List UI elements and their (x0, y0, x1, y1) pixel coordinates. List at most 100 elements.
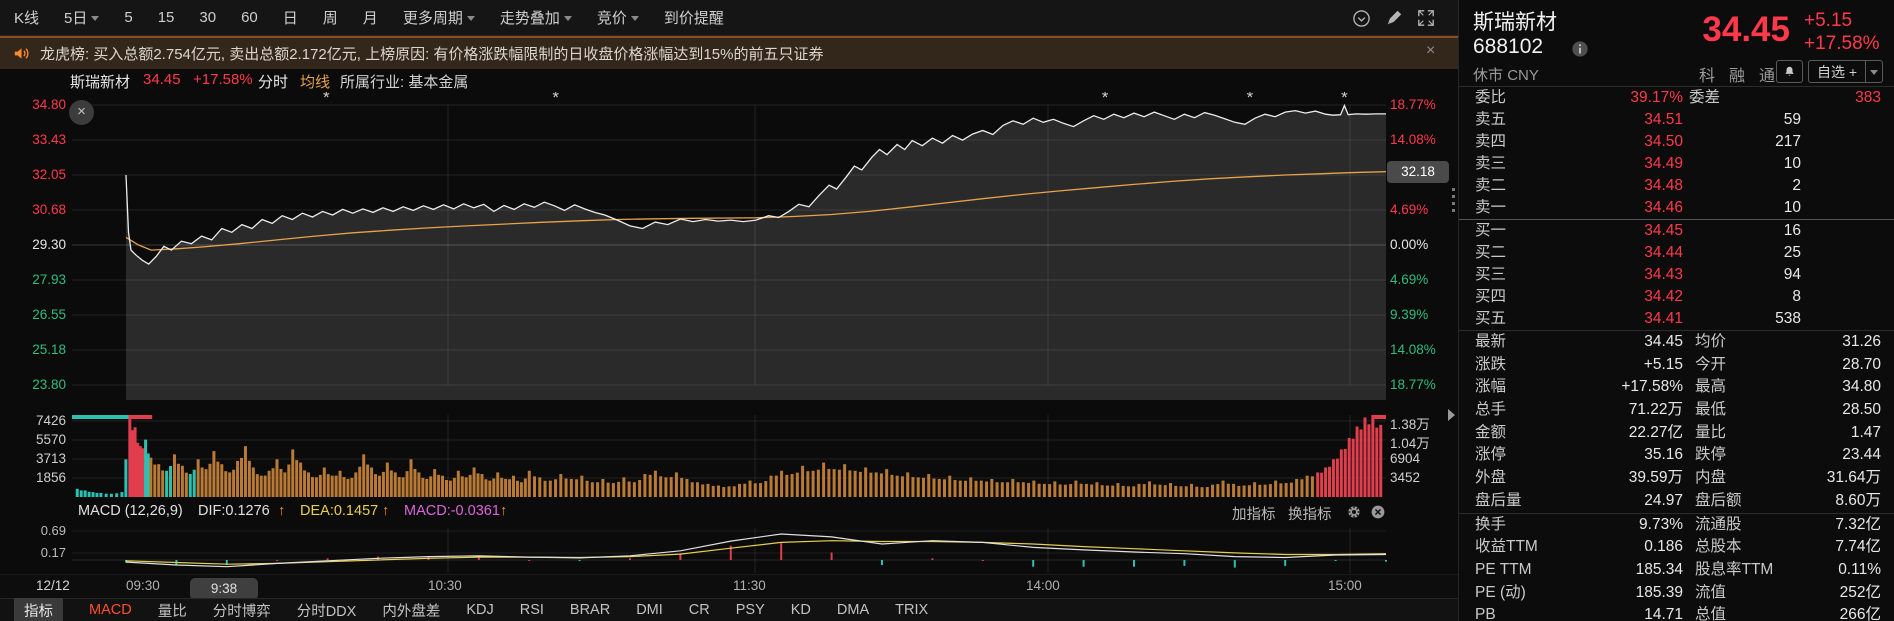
crosshair-time-tag: 9:38 (190, 578, 258, 600)
macd-hist-value: MACD:-0.0361 (404, 503, 500, 519)
bid-row[interactable]: 买五34.41538 (1459, 308, 1894, 330)
tab-dma[interactable]: DMA (837, 602, 869, 618)
volume-axis-label: 1856 (26, 470, 66, 485)
tab-5min[interactable]: 5 (124, 9, 132, 26)
macd-dea-value: DEA:0.1457 (300, 503, 378, 519)
history-circle-icon[interactable] (1352, 9, 1371, 28)
ask-row[interactable]: 卖四34.50217 (1459, 131, 1894, 153)
intraday-chart-canvas[interactable]: ***** (0, 0, 1458, 621)
stats-row: 涨跌+5.15今开28.70 (1459, 354, 1894, 377)
chart-price: 34.45 (143, 71, 181, 88)
stats-row: PB14.71总值266亿 (1459, 604, 1894, 621)
watchlist-dropdown[interactable] (1865, 61, 1882, 82)
price-axis-label: 32.05 (26, 167, 66, 182)
overlay-menu[interactable]: 走势叠加 (500, 7, 572, 28)
connect-badge: 通 (1759, 62, 1775, 86)
ask-row[interactable]: 卖五34.5159 (1459, 109, 1894, 131)
ask-row[interactable]: 卖三34.4910 (1459, 153, 1894, 175)
ma-toggle[interactable]: 均线 (300, 71, 330, 92)
indicator-settings-gear-icon[interactable] (1346, 504, 1362, 524)
tab-trix[interactable]: TRIX (895, 602, 928, 618)
tab-kline[interactable]: K线 (14, 7, 39, 28)
tab-rsi[interactable]: RSI (520, 602, 544, 618)
quote-stats: 最新34.45均价31.26 涨跌+5.15今开28.70 涨幅+17.58%最… (1459, 330, 1894, 621)
tab-brar[interactable]: BRAR (570, 602, 610, 618)
pct-axis-label: 14.08% (1390, 342, 1436, 357)
tab-macd[interactable]: MACD (89, 602, 132, 618)
ask-row[interactable]: 卖二34.482 (1459, 175, 1894, 197)
volume-axis-label: 1.38万 (1390, 413, 1430, 433)
tab-liangbi[interactable]: 量比 (158, 600, 187, 621)
tab-kdj[interactable]: KDJ (466, 602, 493, 618)
chart-change-pct: +17.58% (193, 71, 253, 88)
bid-row[interactable]: 买一34.4516 (1459, 220, 1894, 242)
tab-5day[interactable]: 5日 (64, 7, 99, 28)
pct-axis-label: 0.00% (1390, 237, 1428, 252)
fullscreen-expand-icon[interactable] (1417, 9, 1435, 27)
stats-row: 收益TTM0.186总股本7.74亿 (1459, 536, 1894, 559)
bid-row[interactable]: 买二34.4425 (1459, 242, 1894, 264)
tab-fenshi-ddx[interactable]: 分时DDX (297, 600, 357, 621)
time-tick: 11:30 (733, 578, 766, 593)
ask-row[interactable]: 卖一34.4610 (1459, 197, 1894, 219)
bid-row[interactable]: 买四34.428 (1459, 286, 1894, 308)
chevron-down-icon (1870, 70, 1878, 75)
tab-cr[interactable]: CR (689, 602, 710, 618)
macd-indicator-bar: MACD (12,26,9) DIF:0.1276 ↑ DEA:0.1457 ↑… (0, 500, 1458, 526)
margin-badge: 融 (1729, 62, 1745, 86)
industry-link[interactable]: 所属行业: 基本金属 (340, 71, 468, 92)
stock-name: 斯瑞新材 (1473, 6, 1557, 36)
price-alert-button[interactable]: 到价提醒 (664, 7, 724, 28)
stats-row: 金额22.27亿量比1.47 (1459, 422, 1894, 445)
order-book: 委比 39.17% 委差 383 卖五34.5159 卖四34.50217 卖三… (1459, 86, 1894, 330)
watchlist-button[interactable]: 自选 + (1808, 60, 1883, 83)
add-indicator-button[interactable]: 加指标 (1232, 503, 1276, 524)
volume-axis-label: 7426 (26, 413, 66, 428)
market-badges: 科 融 通 (1699, 62, 1775, 86)
pct-axis-label: 18.77% (1390, 97, 1436, 112)
panel-collapse-arrow[interactable] (1448, 409, 1455, 421)
volume-axis-label: 1.04万 (1390, 432, 1430, 452)
stats-row: 最新34.45均价31.26 (1459, 331, 1894, 354)
panel-resize-handle[interactable] (1452, 188, 1455, 214)
tab-indicator[interactable]: 指标 (14, 598, 63, 621)
last-price: 34.45 (1702, 10, 1790, 50)
alert-text: 龙虎榜: 买入总额2.754亿元, 卖出总额2.172亿元, 上榜原因: 有价格… (40, 43, 823, 64)
timeline-toggle[interactable]: 分时 (258, 71, 288, 92)
draw-brush-icon[interactable] (1385, 9, 1403, 27)
tab-week[interactable]: 周 (323, 7, 338, 28)
tab-15min[interactable]: 15 (158, 9, 175, 26)
auction-menu[interactable]: 竞价 (597, 7, 639, 28)
tab-dmi[interactable]: DMI (636, 602, 663, 618)
chart-header: 斯瑞新材 34.45 +17.58% 分时 均线 所属行业: 基本金属 (0, 69, 1458, 92)
price-axis-label: 23.80 (26, 377, 66, 392)
bid-row[interactable]: 买三34.4394 (1459, 264, 1894, 286)
time-tick: 15:00 (1328, 578, 1362, 593)
tab-60min[interactable]: 60 (241, 9, 258, 26)
tab-month[interactable]: 月 (363, 7, 378, 28)
toolbar-icons (1352, 0, 1435, 36)
macd-params: MACD (12,26,9) (78, 503, 183, 519)
tab-fenshi-boyi[interactable]: 分时博弈 (213, 600, 271, 621)
stats-row: 总手71.22万最低28.50 (1459, 399, 1894, 422)
pct-axis-label: 4.69% (1390, 202, 1428, 217)
alert-close-icon[interactable]: × (1426, 42, 1435, 60)
time-axis: 12/12 09:30 9:38 10:30 11:30 14:00 15:00 (0, 575, 1458, 598)
tab-day[interactable]: 日 (283, 7, 298, 28)
stats-row: 换手9.73%流通股7.32亿 (1459, 513, 1894, 537)
tab-kd[interactable]: KD (791, 602, 811, 618)
chart-stock-name: 斯瑞新材 (70, 71, 130, 92)
info-icon[interactable] (1571, 40, 1589, 63)
more-periods-menu[interactable]: 更多周期 (403, 7, 475, 28)
chevron-down-icon (91, 16, 99, 21)
price-change-pct: +17.58% (1804, 33, 1880, 55)
price-alert-bell-button[interactable] (1776, 60, 1803, 83)
switch-indicator-button[interactable]: 换指标 (1288, 503, 1332, 524)
chart-close-button[interactable]: × (69, 100, 94, 125)
indicator-close-icon[interactable] (1370, 504, 1386, 524)
tab-neiwai-pancha[interactable]: 内外盘差 (382, 600, 440, 621)
tab-30min[interactable]: 30 (199, 9, 216, 26)
pct-axis-label: 14.08% (1390, 132, 1436, 147)
macd-axis-label: 0.69 (26, 523, 66, 538)
tab-psy[interactable]: PSY (736, 602, 765, 618)
